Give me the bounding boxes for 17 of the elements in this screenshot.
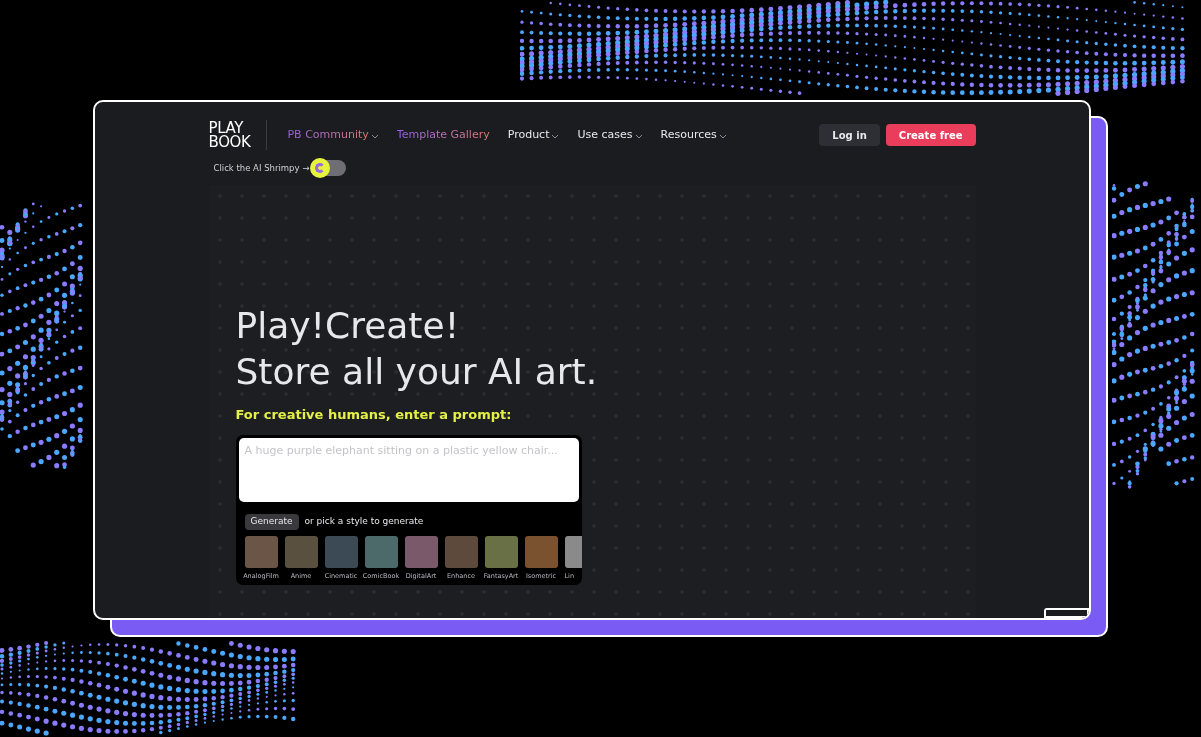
shrimpy-label: Click the AI Shrimpy → <box>213 161 310 175</box>
hero-subtitle: For creative humans, enter a prompt: <box>235 406 513 424</box>
log-in-button[interactable]: Log in <box>819 124 880 146</box>
style-hint: or pick a style to generate <box>304 514 424 528</box>
shrimp-icon <box>310 158 331 178</box>
chevron-down-icon <box>370 133 379 139</box>
chevron-down-icon <box>634 133 643 139</box>
generate-button[interactable]: Generate <box>244 513 299 530</box>
shrimpy-toggle[interactable] <box>312 160 347 176</box>
logo[interactable]: PLAY BOOK <box>208 120 268 150</box>
nav-link[interactable]: Product <box>507 126 550 144</box>
chevron-down-icon <box>551 133 560 139</box>
nav-link[interactable]: Use cases <box>577 126 633 144</box>
chevron-down-icon <box>718 133 727 139</box>
create-free-button[interactable]: Create free <box>885 124 976 146</box>
nav-link[interactable]: Resources <box>660 126 717 144</box>
hero-heading: Play!Create! Store all your AI art. <box>235 304 599 394</box>
